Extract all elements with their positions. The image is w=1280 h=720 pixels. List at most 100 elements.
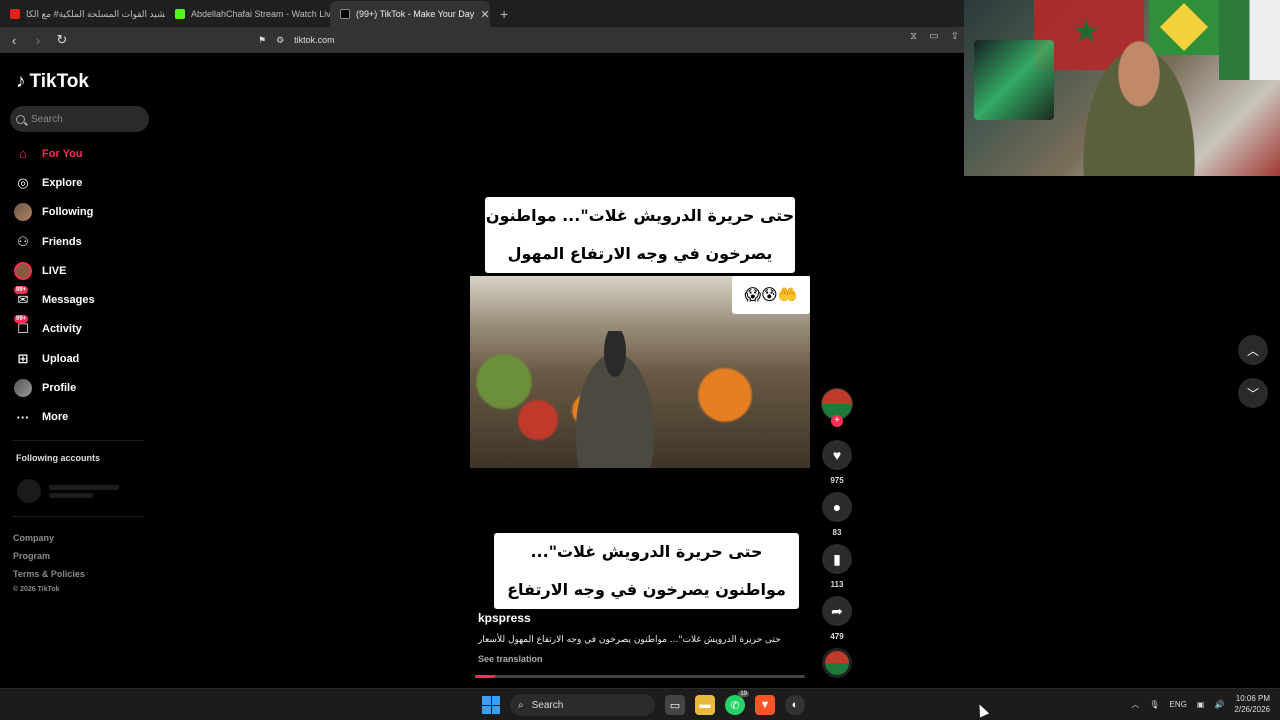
forward-icon[interactable]: › xyxy=(28,33,48,48)
webcam-overlay xyxy=(964,0,1280,176)
streamer xyxy=(1074,30,1204,176)
sidebar-item-following[interactable]: Following xyxy=(14,198,95,227)
search-placeholder: Search xyxy=(31,113,63,125)
sidebar-item-label: LIVE xyxy=(42,264,67,277)
sidebar-item-for-you[interactable]: ⌂ For You xyxy=(14,139,95,168)
new-tab-button[interactable]: + xyxy=(490,1,518,27)
tiktok-note-icon: ♪ xyxy=(16,71,26,92)
share-arrow-icon: ➦ xyxy=(831,602,843,619)
video-caption-bottom: حتى حريرة الدرويش غلات"... مواطنون يصرخو… xyxy=(494,533,799,637)
search-icon: ⌕ xyxy=(518,699,524,711)
footer-link-company[interactable]: Company xyxy=(13,529,85,547)
sidebar-menu: ⌂ For You ◎ Explore Following ⚇ Friends … xyxy=(14,139,95,432)
footer-link-terms[interactable]: Terms & Policies xyxy=(13,565,85,583)
taskbar-search[interactable]: ⌕ Search xyxy=(510,694,655,716)
following-avatar-icon xyxy=(14,203,32,222)
video-caption-top: حتى حريرة الدرويش غلات"... مواطنون يصرخو… xyxy=(485,197,795,301)
sidebar-item-more[interactable]: ··· More xyxy=(14,403,95,432)
divider xyxy=(12,516,144,517)
like-button[interactable]: ♥ xyxy=(822,440,852,470)
sidebar-item-upload[interactable]: ⊞ Upload xyxy=(14,344,95,373)
placeholder-avatar xyxy=(17,479,41,503)
sidebar-item-activity[interactable]: ☐ 99+ Activity xyxy=(14,315,95,344)
tab-tiktok[interactable]: (99+) TikTok - Make Your Day ✕ xyxy=(330,1,490,27)
back-icon[interactable]: ‹ xyxy=(4,33,24,48)
follow-plus-icon[interactable]: + xyxy=(831,415,843,427)
media-icon[interactable]: ⧖ xyxy=(910,31,917,42)
sidebar-item-live[interactable]: LIVE xyxy=(14,256,95,285)
divider xyxy=(12,440,144,441)
sidebar-item-label: Upload xyxy=(42,352,80,365)
sidebar-item-label: Activity xyxy=(42,323,82,336)
windows-taskbar: ⌕ Search ▭ ▬ ✆ 19 ▼ ◐ ︿ 🎙 ENG ▣ 🔊 10:06 P… xyxy=(0,688,1280,720)
site-info-icon[interactable]: ⚙ xyxy=(276,35,284,46)
live-icon xyxy=(14,261,32,280)
save-button[interactable]: ▮ xyxy=(822,544,852,574)
save-count: 113 xyxy=(830,580,844,589)
comment-count: 83 xyxy=(832,528,842,537)
video-username[interactable]: kpspress xyxy=(478,611,531,625)
tiktok-icon xyxy=(340,9,350,19)
clock-date: 2/26/2026 xyxy=(1234,705,1270,714)
file-explorer-icon[interactable]: ▬ xyxy=(695,695,715,715)
share-button[interactable]: ➦ xyxy=(822,596,852,626)
more-icon: ··· xyxy=(16,409,30,425)
microphone-icon[interactable]: 🎙 xyxy=(1149,700,1159,709)
sidebar-item-label: More xyxy=(42,411,69,424)
bookmark-icon: ▮ xyxy=(833,550,841,567)
reload-icon[interactable]: ↻ xyxy=(52,32,72,48)
toolbar-actions: ⧖ ▭ ⇪ xyxy=(910,31,959,42)
windows-start-icon[interactable] xyxy=(482,696,500,714)
emoji-overlay: 😱😰🤲 xyxy=(732,276,810,314)
search-icon xyxy=(16,114,25,124)
sidebar-item-label: For You xyxy=(42,147,83,160)
friends-icon: ⚇ xyxy=(17,233,29,249)
tiktok-logo[interactable]: ♪ TikTok xyxy=(16,71,89,93)
video-progress-fill xyxy=(475,675,495,678)
sidebar-footer: Company Program Terms & Policies © 2026 … xyxy=(13,529,85,597)
network-icon[interactable]: ▣ xyxy=(1197,700,1205,709)
comment-icon: ● xyxy=(832,499,842,515)
music-disc-icon[interactable] xyxy=(822,648,852,678)
notification-badge: 99+ xyxy=(14,315,29,324)
tab-youtube[interactable]: نشيد القوات المسلحة الملكية# مع الكا xyxy=(0,1,165,27)
taskbar-apps: ⌕ Search ▭ ▬ ✆ 19 ▼ ◐ xyxy=(482,691,805,716)
previous-video-button[interactable]: ︿ xyxy=(1238,335,1268,365)
compass-icon: ◎ xyxy=(17,174,29,190)
brave-browser-icon[interactable]: ▼ xyxy=(755,695,775,715)
sidebar-item-friends[interactable]: ⚇ Friends xyxy=(14,227,95,256)
copyright: © 2026 TikTok xyxy=(13,586,60,593)
obs-icon[interactable]: ◐ xyxy=(785,695,805,715)
close-icon[interactable]: ✕ xyxy=(480,8,489,21)
language-indicator[interactable]: ENG xyxy=(1170,700,1187,709)
whatsapp-icon[interactable]: ✆ 19 xyxy=(725,691,749,715)
share-icon[interactable]: ⇪ xyxy=(951,31,959,42)
see-translation-link[interactable]: See translation xyxy=(478,654,543,664)
following-accounts-heading: Following accounts xyxy=(16,453,101,463)
sidebar-item-profile[interactable]: Profile xyxy=(14,373,95,402)
tab-title: نشيد القوات المسلحة الملكية# مع الكا xyxy=(26,8,165,19)
whatsapp-badge: 19 xyxy=(738,691,749,697)
clock-time: 10:06 PM xyxy=(1235,694,1270,703)
video-progress-bar[interactable] xyxy=(475,675,805,678)
address-bar[interactable]: ⚑ ⚙ tiktok.com xyxy=(258,30,958,50)
sidebar-item-messages[interactable]: ✉ 99+ Messages xyxy=(14,285,95,314)
cast-icon[interactable]: ▭ xyxy=(929,31,938,42)
bookmark-icon[interactable]: ⚑ xyxy=(258,35,266,46)
volume-icon[interactable]: 🔊 xyxy=(1214,700,1224,709)
next-video-button[interactable]: ﹀ xyxy=(1238,378,1268,408)
chevron-up-icon[interactable]: ︿ xyxy=(1131,699,1139,710)
kick-icon xyxy=(175,9,185,19)
heart-icon: ♥ xyxy=(832,447,842,463)
clock[interactable]: 10:06 PM 2/26/2026 xyxy=(1234,693,1270,715)
url-text: tiktok.com xyxy=(294,35,335,45)
sidebar-item-explore[interactable]: ◎ Explore xyxy=(14,168,95,197)
search-input[interactable]: Search xyxy=(10,106,149,132)
comment-button[interactable]: ● xyxy=(822,492,852,522)
footer-link-program[interactable]: Program xyxy=(13,547,85,565)
video-person xyxy=(565,331,665,468)
video-description: حتى حريرة الدرويش غلات"... مواطنون يصرخو… xyxy=(478,635,781,645)
chevron-down-icon: ﹀ xyxy=(1246,386,1259,401)
task-view-icon[interactable]: ▭ xyxy=(665,695,685,715)
tab-kick-stream[interactable]: AbdellahChafai Stream - Watch Live xyxy=(165,1,330,27)
